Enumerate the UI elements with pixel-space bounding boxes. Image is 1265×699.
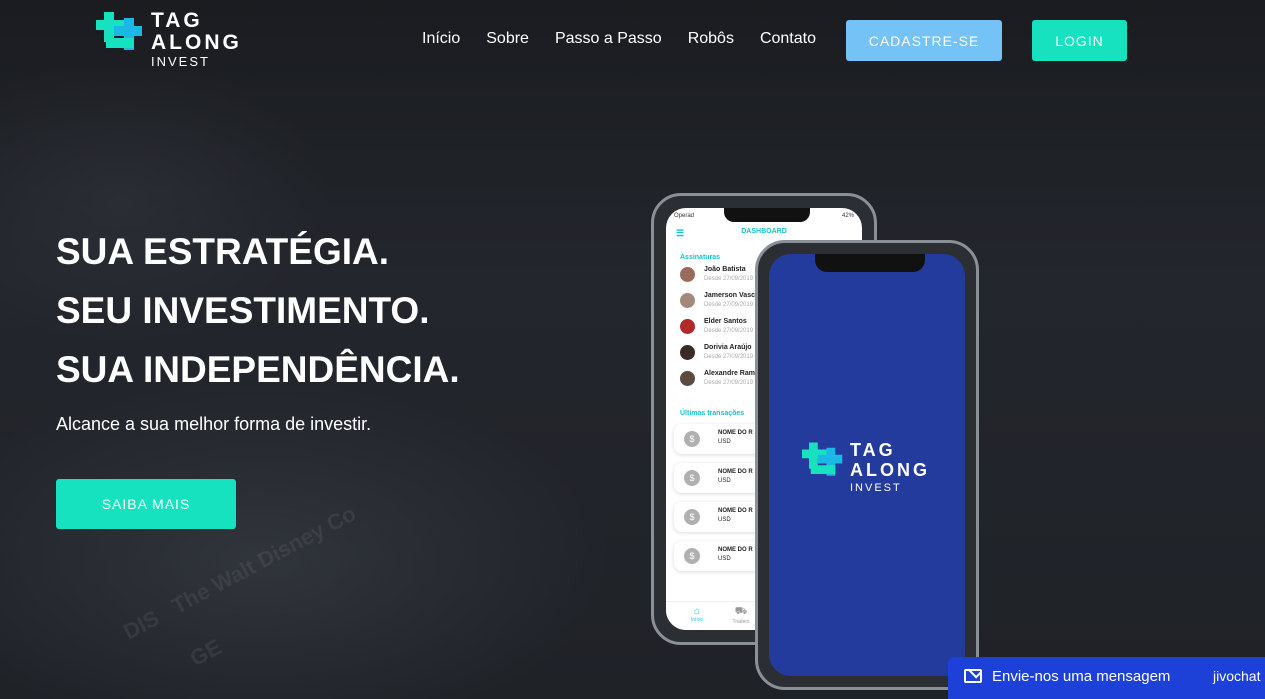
transaction-currency: USD <box>718 439 731 445</box>
avatar <box>680 345 695 360</box>
splash-logo: TAG ALONG INVEST <box>802 440 942 500</box>
tab-home-label: Início <box>691 617 703 623</box>
avatar <box>680 293 695 308</box>
transaction-name: NOME DO R <box>718 547 753 553</box>
subscriptions-title: Assinaturas <box>680 254 721 261</box>
logo-line-1: TAG <box>151 9 203 32</box>
cart-icon: ⛟ <box>734 606 748 617</box>
splash-logo-line-2: ALONG <box>850 460 930 480</box>
subscriber-since: Desde 27/09/2019 <box>704 354 754 360</box>
hero-headline: SUA ESTRATÉGIA. SEU INVESTIMENTO. SUA IN… <box>56 222 460 399</box>
subscriber-name: Jamerson Vasc <box>704 292 755 299</box>
dollar-coin-icon: $ <box>684 470 700 486</box>
nav-item-inicio[interactable]: Início <box>422 30 460 48</box>
background-decoration: GE <box>185 634 226 672</box>
headline-line-2: SEU INVESTIMENTO. <box>56 290 430 331</box>
subscriber-name: Alexandre Rami <box>704 370 757 377</box>
tab-traders-label: Traders <box>732 619 750 625</box>
nav-item-passo-a-passo[interactable]: Passo a Passo <box>555 30 662 48</box>
splash-logo-subtitle: INVEST <box>850 482 902 494</box>
site-logo[interactable]: TAG ALONG INVEST <box>96 10 256 70</box>
main-nav: Início Sobre Passo a Passo Robôs Contato <box>422 30 842 48</box>
phone-splash-screen: TAG ALONG INVEST <box>769 254 965 676</box>
splash-logo-text: TAG ALONG <box>850 440 930 480</box>
nav-item-contato[interactable]: Contato <box>760 30 816 48</box>
learn-more-button[interactable]: SAIBA MAIS <box>56 479 236 529</box>
subscriber-since: Desde 27/09/2019 <box>704 302 754 308</box>
transaction-currency: USD <box>718 517 731 523</box>
subscriber-since: Desde 27/09/2019 <box>704 328 754 334</box>
chat-widget[interactable]: Envie-nos uma mensagem jivochat <box>948 657 1265 699</box>
login-button[interactable]: LOGIN <box>1032 20 1127 61</box>
hamburger-menu-icon: ☰ <box>676 228 685 238</box>
app-screen-title: DASHBOARD <box>741 228 787 235</box>
subscriber-since: Desde 27/09/2019 <box>704 380 754 386</box>
transaction-currency: USD <box>718 478 731 484</box>
logo-text: TAG ALONG <box>151 10 242 54</box>
chat-brand: jivochat <box>1213 668 1261 684</box>
tab-home: ⌂ Início <box>682 606 712 623</box>
avatar <box>680 319 695 334</box>
battery-text: 42% <box>841 213 854 219</box>
phone-notch <box>724 208 810 222</box>
signup-button[interactable]: CADASTRE-SE <box>846 20 1002 61</box>
transaction-currency: USD <box>718 556 731 562</box>
dollar-coin-icon: $ <box>684 431 700 447</box>
phone-notch <box>815 254 925 272</box>
logo-line-2: ALONG <box>151 31 242 54</box>
transaction-name: NOME DO R <box>718 430 753 436</box>
nav-item-sobre[interactable]: Sobre <box>486 30 529 48</box>
hero-subtitle: Alcance a sua melhor forma de investir. <box>56 414 372 434</box>
subscriber-name: Dorivia Araújo <box>704 344 752 351</box>
home-icon: ⌂ <box>693 606 701 617</box>
subscriber-since: Desde 27/09/2019 <box>704 276 754 282</box>
tab-traders: ⛟ Traders <box>726 606 756 625</box>
headline-line-3: SUA INDEPENDÊNCIA. <box>56 349 460 390</box>
dollar-coin-icon: $ <box>684 548 700 564</box>
logo-mark-icon <box>802 442 843 476</box>
avatar <box>680 267 695 282</box>
subscriber-name: Elder Santos <box>704 318 747 325</box>
transaction-name: NOME DO R <box>718 469 753 475</box>
logo-subtitle: INVEST <box>151 54 210 69</box>
phone-splash-mockup: TAG ALONG INVEST <box>755 240 979 690</box>
logo-mark-icon <box>96 12 142 50</box>
nav-item-robos[interactable]: Robôs <box>688 30 734 48</box>
subscriber-name: João Batista <box>704 266 746 273</box>
splash-logo-line-1: TAG <box>850 440 896 460</box>
dollar-coin-icon: $ <box>684 509 700 525</box>
avatar <box>680 371 695 386</box>
envelope-icon <box>964 669 982 683</box>
transaction-name: NOME DO R <box>718 508 753 514</box>
transactions-title: Últimas transações <box>680 410 745 417</box>
chat-label: Envie-nos uma mensagem <box>992 668 1171 685</box>
headline-line-1: SUA ESTRATÉGIA. <box>56 231 390 272</box>
carrier-text: Operad <box>674 213 695 219</box>
